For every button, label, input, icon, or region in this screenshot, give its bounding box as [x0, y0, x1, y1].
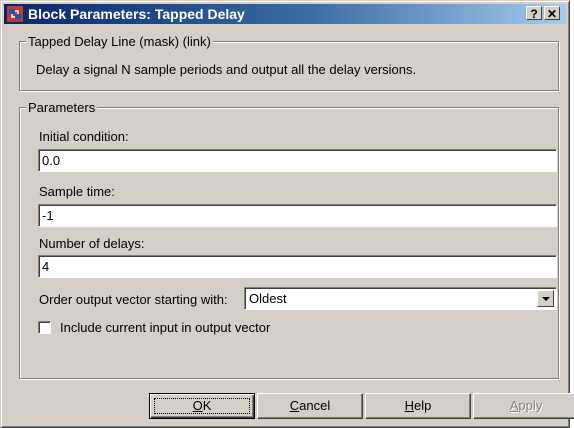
cancel-label-rest: ancel: [299, 398, 331, 413]
sample-time-input[interactable]: -1: [38, 204, 557, 227]
title-bar[interactable]: Block Parameters: Tapped Delay ? ✕: [4, 4, 566, 24]
sample-time-label: Sample time:: [39, 184, 115, 199]
order-output-selected: Oldest: [249, 291, 287, 306]
description-text: Delay a signal N sample periods and outp…: [36, 62, 417, 77]
simulink-block-icon: [7, 6, 23, 22]
help-mnemonic: H: [404, 398, 415, 413]
window-title: Block Parameters: Tapped Delay: [28, 6, 245, 22]
order-output-label: Order output vector starting with:: [39, 292, 228, 307]
ok-button[interactable]: OK: [149, 393, 255, 419]
description-group-title: Tapped Delay Line (mask) (link): [26, 34, 213, 49]
initial-condition-label: Initial condition:: [39, 129, 129, 144]
chevron-down-icon[interactable]: [537, 290, 554, 307]
cancel-mnemonic: C: [289, 398, 300, 413]
close-icon[interactable]: ✕: [544, 6, 560, 21]
number-of-delays-input[interactable]: 4: [38, 255, 557, 278]
cancel-button[interactable]: Cancel: [257, 393, 363, 419]
number-of-delays-label: Number of delays:: [39, 236, 145, 251]
dialog-window: Block Parameters: Tapped Delay ? ✕ Tappe…: [0, 0, 574, 428]
help-label-rest: elp: [414, 398, 432, 413]
question-icon[interactable]: ?: [526, 6, 542, 21]
apply-button[interactable]: Apply: [473, 393, 574, 419]
parameters-group-title: Parameters: [26, 100, 98, 115]
include-current-checkbox[interactable]: [38, 321, 51, 334]
initial-condition-input[interactable]: 0.0: [38, 149, 557, 172]
help-button[interactable]: Help: [365, 393, 471, 419]
description-group: Tapped Delay Line (mask) (link) Delay a …: [19, 34, 559, 91]
include-current-label[interactable]: Include current input in output vector: [60, 320, 270, 335]
focus-rect: [154, 398, 250, 414]
apply-label-rest: pply: [518, 398, 543, 413]
order-output-select[interactable]: Oldest: [244, 287, 557, 310]
